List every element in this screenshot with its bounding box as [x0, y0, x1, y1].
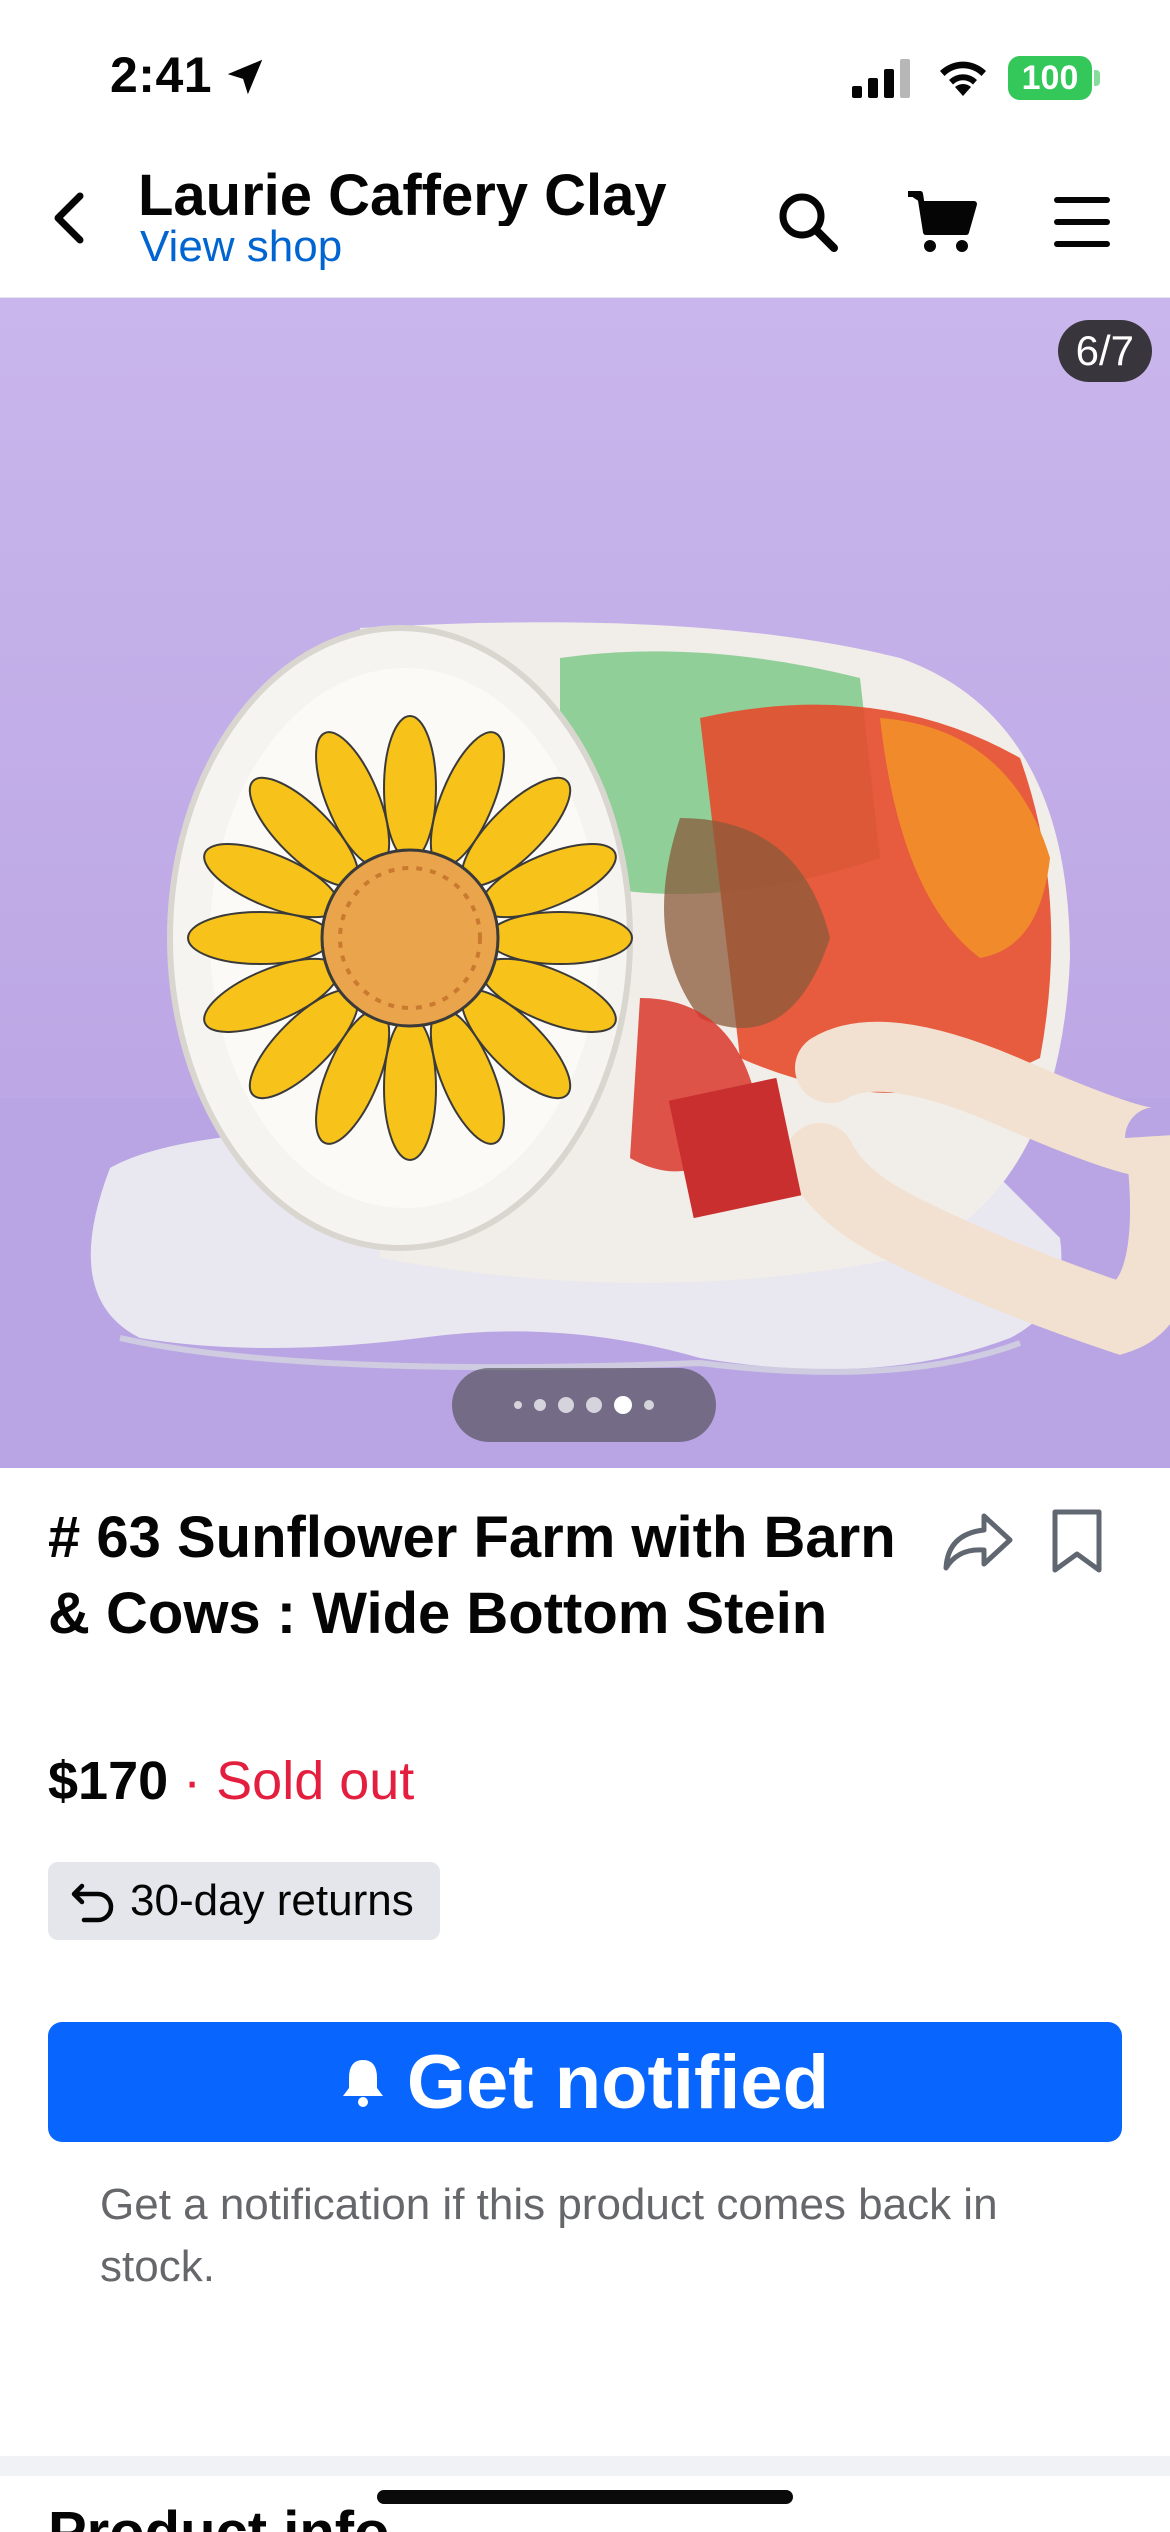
carousel-dots[interactable]	[452, 1368, 716, 1442]
product-title: # 63 Sunflower Farm with Barn & Cows : W…	[48, 1505, 896, 1646]
search-button[interactable]	[770, 184, 846, 260]
bell-icon	[342, 2060, 383, 2107]
home-indicator[interactable]	[377, 2490, 793, 2504]
cart-icon	[908, 191, 977, 252]
returns-badge[interactable]: 30-day returns	[48, 1862, 440, 1940]
battery-icon: 100	[1008, 56, 1092, 100]
wifi-icon	[940, 61, 986, 96]
status-bar: 2:41 100	[0, 0, 1170, 150]
product-price: $170	[48, 1751, 169, 1811]
availability-status: Sold out	[216, 1751, 415, 1811]
carousel-dot[interactable]	[558, 1397, 574, 1413]
returns-label: 30-day returns	[130, 1876, 414, 1925]
section-divider	[0, 2456, 1170, 2476]
get-notified-label: Get notified	[406, 2039, 830, 2125]
price-row: $170 · Sold out	[48, 1746, 414, 1816]
return-arrow-icon	[71, 1883, 114, 1923]
status-time: 2:41	[110, 47, 213, 103]
carousel-dot[interactable]	[514, 1401, 522, 1409]
bookmark-icon[interactable]	[1050, 1508, 1104, 1574]
carousel-dot[interactable]	[644, 1400, 654, 1410]
menu-button[interactable]	[1044, 184, 1120, 260]
battery-tip	[1094, 70, 1100, 86]
image-counter: 6/7	[1057, 320, 1152, 382]
shop-header: Laurie Caffery Clay View shop	[0, 150, 1170, 298]
carousel-dot[interactable]	[534, 1399, 546, 1411]
carousel-dot-active[interactable]	[614, 1396, 632, 1414]
cart-button[interactable]	[904, 184, 980, 260]
shop-name[interactable]: Laurie Caffery Clay	[138, 160, 718, 226]
product-info-heading: Product info	[48, 2498, 390, 2532]
view-shop-link[interactable]: View shop	[140, 222, 342, 272]
menu-icon	[1054, 197, 1110, 247]
search-icon	[779, 193, 838, 252]
signal-icon	[852, 59, 910, 98]
price-separator: ·	[168, 1751, 217, 1811]
location-arrow-icon	[227, 59, 263, 95]
get-notified-button[interactable]: Get notified	[48, 2022, 1122, 2142]
back-button[interactable]	[40, 188, 100, 248]
battery-level: 100	[1021, 59, 1079, 97]
back-chevron-icon	[54, 192, 84, 244]
carousel-dot[interactable]	[586, 1397, 602, 1413]
mug-photo	[0, 622, 1170, 1468]
share-icon[interactable]	[940, 1510, 1014, 1574]
notify-help-text: Get a notification if this product comes…	[100, 2180, 998, 2291]
product-image-carousel[interactable]: 6/7	[0, 298, 1170, 1468]
